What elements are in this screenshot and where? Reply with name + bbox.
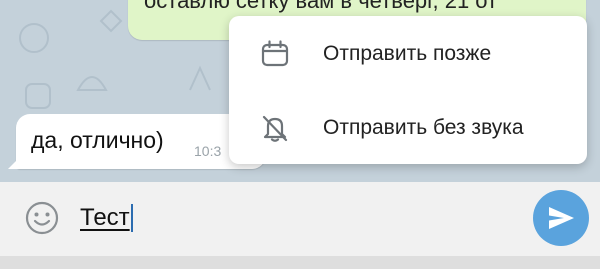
message-input[interactable]: Тест (80, 196, 500, 240)
send-button[interactable] (533, 190, 589, 246)
calendar-icon (260, 39, 290, 69)
message-input-value: Тест (80, 204, 130, 231)
smiley-icon[interactable] (24, 200, 60, 236)
menu-item-label: Отправить без звука (323, 116, 524, 139)
wallpaper-doodle-icon (76, 76, 108, 91)
chat-area: оставлю сетку вам в четверг, 21 от да, о… (0, 0, 600, 182)
message-input-bar: Тест (0, 182, 600, 269)
menu-item-send-later[interactable]: Отправить позже (229, 18, 587, 90)
message-timestamp: 10:3 (194, 143, 222, 159)
incoming-message-text: да, отлично) (31, 127, 164, 153)
outgoing-message-text: оставлю сетку вам в четверг, 21 от (144, 0, 498, 13)
wallpaper-doodle-icon (19, 23, 49, 53)
wallpaper-doodle-icon (189, 65, 211, 91)
send-options-menu: Отправить позже Отправить без звука (229, 16, 587, 164)
bell-off-icon (260, 113, 290, 143)
text-caret (130, 204, 133, 232)
send-arrow-icon (549, 207, 574, 229)
wallpaper-doodle-icon (25, 83, 51, 109)
menu-item-label: Отправить позже (323, 42, 492, 65)
wallpaper-doodle-icon (99, 9, 123, 33)
menu-item-send-silently[interactable]: Отправить без звука (229, 92, 587, 164)
bottom-divider (0, 256, 600, 269)
